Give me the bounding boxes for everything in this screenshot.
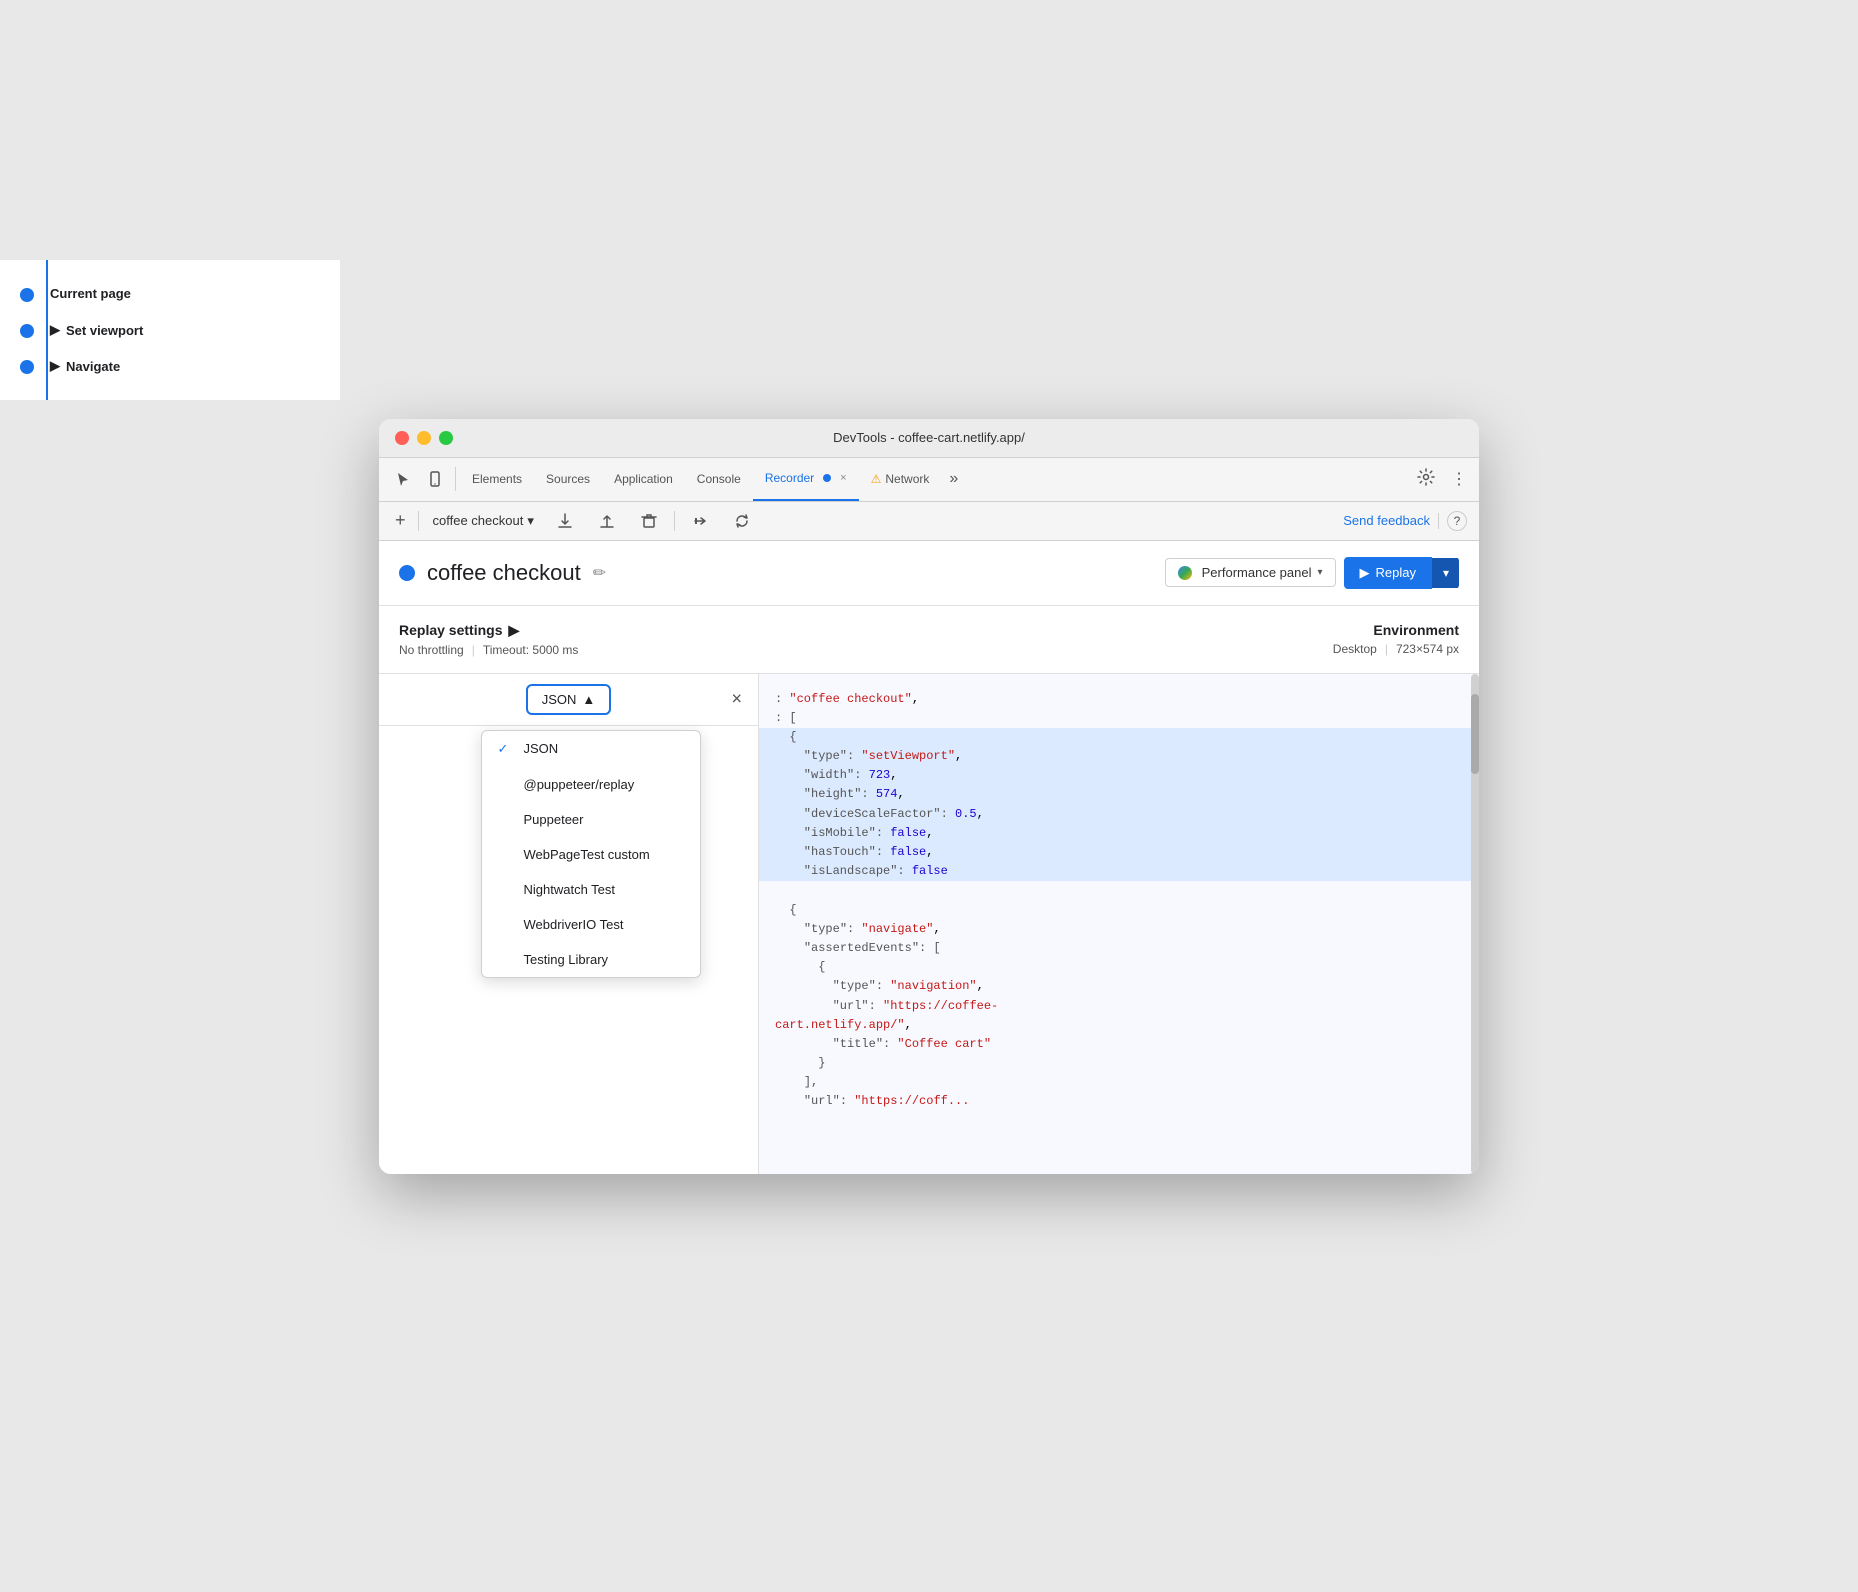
send-feedback-link[interactable]: Send feedback [1343,513,1430,528]
recording-selector[interactable]: coffee checkout ▾ [427,509,540,533]
json-code-panel: : "coffee checkout", : [ { "type": "setV… [759,674,1479,1174]
dropdown-webdriverio[interactable]: WebdriverIO Test [482,907,700,942]
delete-button[interactable] [632,508,666,534]
dropdown-puppeteer-replay[interactable]: @puppeteer/replay [482,767,700,802]
devtools-chrome: Elements Sources Application Console Rec… [379,458,1479,1174]
replay-button-group: ▶ Replay ▾ [1344,557,1460,589]
dropdown-arrow-icon: ▲ [582,692,595,707]
settings-icon[interactable] [1413,464,1439,495]
main-content: JSON ▲ × ✓ JSON @puppeteer/replay [379,674,1479,1174]
toolbar: + coffee checkout ▾ Send f [379,502,1479,541]
dropdown-testing-library[interactable]: Testing Library [482,942,700,977]
recording-title: coffee checkout [427,560,581,586]
replay-settings-toggle[interactable]: Replay settings ▶ [399,622,578,639]
settings-left: Replay settings ▶ No throttling | Timeou… [399,622,578,657]
recording-actions: Performance panel ▾ ▶ Replay ▾ [1165,557,1459,589]
format-dropdown-menu: ✓ JSON @puppeteer/replay Puppeteer WebPa… [481,730,701,978]
scrollbar-thumb[interactable] [1471,694,1479,774]
environment-label: Environment [1333,622,1459,638]
chevron-down-icon: ▾ [527,513,534,529]
replay-main-button[interactable]: ▶ Replay [1344,557,1432,589]
help-icon[interactable]: ? [1447,511,1467,531]
environment-value: Desktop | 723×574 px [1333,642,1459,656]
close-button[interactable] [395,431,409,445]
performance-panel-label: Performance panel [1202,565,1312,580]
scrollbar[interactable] [1471,674,1479,1174]
recording-name: coffee checkout [433,513,524,528]
export-button[interactable] [548,508,582,534]
json-code-content: : "coffee checkout", : [ { "type": "setV… [775,690,1463,1112]
cursor-icon[interactable] [387,471,419,487]
dropdown-webpagetest[interactable]: WebPageTest custom [482,837,700,872]
performance-panel-button[interactable]: Performance panel ▾ [1165,558,1336,587]
more-tabs-button[interactable]: » [941,470,966,488]
settings-right: Environment Desktop | 723×574 px [1333,622,1459,656]
env-type: Desktop [1333,642,1377,656]
play-icon: ▶ [1360,565,1370,581]
recording-status-dot [399,565,415,581]
warning-icon: ⚠ [871,472,882,486]
minimize-button[interactable] [417,431,431,445]
dropdown-webdriverio-label: WebdriverIO Test [524,917,624,932]
tab-console[interactable]: Console [685,457,753,501]
title-bar: DevTools - coffee-cart.netlify.app/ [379,419,1479,458]
dropdown-puppeteer-replay-label: @puppeteer/replay [524,777,635,792]
dropdown-webpagetest-label: WebPageTest custom [524,847,650,862]
edit-title-icon[interactable]: ✏ [593,563,606,583]
traffic-lights [395,431,453,445]
perf-icon [1178,566,1192,580]
perf-caret-icon: ▾ [1317,567,1322,578]
dropdown-puppeteer-label: Puppeteer [524,812,584,827]
format-label: JSON [542,692,577,707]
toolbar-right-separator [1438,513,1439,529]
devtools-window: DevTools - coffee-cart.netlify.app/ Elem… [379,419,1479,1174]
tab-application[interactable]: Application [602,457,685,501]
dropdown-json-label: JSON [524,741,559,756]
settings-details: No throttling | Timeout: 5000 ms [399,643,578,657]
more-options-icon[interactable]: ⋮ [1447,465,1471,493]
tab-recorder-close[interactable]: × [840,472,846,484]
loop-button[interactable] [725,508,759,534]
settings-area: Replay settings ▶ No throttling | Timeou… [379,606,1479,674]
steps-panel: JSON ▲ × ✓ JSON @puppeteer/replay [379,674,759,1174]
format-dropdown-button[interactable]: JSON ▲ [526,684,612,715]
close-json-panel-button[interactable]: × [731,689,742,710]
toolbar-separator-1 [418,511,419,531]
replay-label: Replay [1376,565,1416,580]
throttle-value: No throttling [399,643,464,657]
settings-expand-icon: ▶ [508,622,519,639]
dropdown-json[interactable]: ✓ JSON [482,731,700,767]
step-play-button[interactable] [683,508,717,534]
tab-bar-right: ⋮ [1413,464,1471,495]
mobile-icon[interactable] [419,471,451,487]
check-icon: ✓ [498,741,514,757]
toolbar-separator-2 [674,511,675,531]
dropdown-nightwatch-label: Nightwatch Test [524,882,616,897]
maximize-button[interactable] [439,431,453,445]
window-title: DevTools - coffee-cart.netlify.app/ [833,430,1025,445]
toolbar-right: Send feedback ? [1343,511,1467,531]
dropdown-puppeteer[interactable]: Puppeteer [482,802,700,837]
dropdown-nightwatch[interactable]: Nightwatch Test [482,872,700,907]
format-selector-bar: JSON ▲ × [379,674,758,726]
import-button[interactable] [590,508,624,534]
add-recording-button[interactable]: + [391,510,410,531]
env-size: 723×574 px [1396,642,1459,656]
timeout-value: Timeout: 5000 ms [483,643,579,657]
recording-header: coffee checkout ✏ Performance panel ▾ ▶ … [379,541,1479,606]
dropdown-testing-library-label: Testing Library [524,952,609,967]
replay-settings-label: Replay settings [399,622,502,638]
tab-network[interactable]: ⚠ Network [859,457,942,501]
tab-recorder[interactable]: Recorder × [753,457,859,501]
tab-bar: Elements Sources Application Console Rec… [379,458,1479,502]
tab-separator [455,467,456,491]
replay-caret-button[interactable]: ▾ [1432,558,1459,588]
tab-elements[interactable]: Elements [460,457,534,501]
tab-sources[interactable]: Sources [534,457,602,501]
